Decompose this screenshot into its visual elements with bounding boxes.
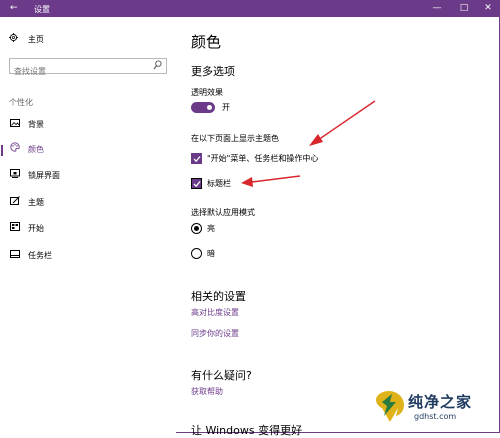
sidebar-item-label: 主题 [28, 198, 44, 207]
sidebar-item-lock-screen[interactable]: 锁屏界面 [0, 168, 176, 184]
radio-light-label: 亮 [207, 224, 215, 233]
palette-icon [9, 142, 21, 158]
link-high-contrast[interactable]: 高对比度设置 [191, 307, 239, 318]
related-settings-heading: 相关的设置 [191, 290, 246, 303]
sidebar: 主页 个性化 背景 颜色 锁屏界面 主题 开始 [0, 17, 176, 433]
close-button[interactable]: ✕ [478, 2, 498, 15]
maximize-button[interactable]: □ [454, 2, 474, 15]
checkmark-icon [193, 181, 201, 188]
minimize-button[interactable]: — [427, 2, 447, 15]
radio-dot [194, 226, 199, 231]
sidebar-item-label: 锁屏界面 [28, 171, 60, 180]
gear-icon [9, 33, 21, 47]
more-options-heading: 更多选项 [191, 65, 235, 78]
questions-heading: 有什么疑问? [191, 369, 252, 382]
improve-windows-heading: 让 Windows 变得更好 [191, 424, 303, 437]
watermark: 纯净之家 gdhst.com [370, 388, 495, 428]
page-title: 颜色 [191, 33, 222, 51]
sidebar-item-start[interactable]: 开始 [0, 221, 176, 237]
title-bar: ← 设置 — □ ✕ [0, 0, 500, 17]
home-label: 主页 [27, 35, 44, 44]
sidebar-item-label: 背景 [28, 120, 44, 129]
link-sync-settings[interactable]: 同步你的设置 [191, 328, 239, 339]
transparency-state: 开 [222, 103, 230, 112]
search-input[interactable] [14, 65, 144, 78]
sidebar-item-taskbar[interactable]: 任务栏 [0, 248, 176, 264]
toggle-knob [207, 105, 212, 110]
checkbox-title-bars-label: 标题栏 [207, 179, 231, 188]
main-content: 颜色 更多选项 透明效果 开 在以下页面上显示主题色 "开始"菜单、任务栏和操作… [176, 17, 500, 437]
radio-dark[interactable] [191, 248, 202, 259]
app-mode-label: 选择默认应用模式 [191, 208, 255, 217]
sidebar-item-colors[interactable]: 颜色 [0, 142, 176, 158]
sidebar-item-background[interactable]: 背景 [0, 117, 176, 133]
checkbox-title-bars[interactable] [191, 178, 202, 189]
sidebar-item-label: 颜色 [28, 145, 44, 154]
window-title: 设置 [34, 5, 50, 14]
watermark-logo [376, 391, 404, 422]
transparency-toggle[interactable] [191, 102, 215, 113]
lock-screen-icon [9, 168, 21, 184]
start-menu-icon [9, 221, 21, 237]
sidebar-item-themes[interactable]: 主题 [0, 195, 176, 211]
search-box[interactable] [9, 58, 167, 78]
image-icon [9, 117, 21, 133]
watermark-url: gdhst.com [414, 412, 457, 421]
accent-surfaces-label: 在以下页面上显示主题色 [191, 134, 279, 143]
nav-home[interactable]: 主页 [9, 33, 44, 47]
theme-brush-icon [9, 195, 21, 211]
checkbox-start-taskbar-label: "开始"菜单、任务栏和操作中心 [207, 154, 319, 163]
checkmark-icon [193, 156, 201, 163]
link-get-help[interactable]: 获取帮助 [191, 386, 223, 397]
section-label-personalization: 个性化 [9, 98, 33, 107]
taskbar-icon [9, 248, 21, 264]
active-indicator [1, 145, 3, 156]
transparency-label: 透明效果 [191, 88, 223, 97]
sidebar-item-label: 任务栏 [28, 251, 52, 260]
radio-dark-label: 暗 [207, 249, 215, 258]
checkbox-start-taskbar[interactable] [191, 153, 202, 164]
radio-light[interactable] [191, 223, 202, 234]
back-arrow-icon[interactable]: ← [10, 3, 20, 13]
sidebar-item-label: 开始 [28, 224, 44, 233]
watermark-name: 纯净之家 [408, 393, 473, 411]
search-icon[interactable] [153, 60, 162, 73]
